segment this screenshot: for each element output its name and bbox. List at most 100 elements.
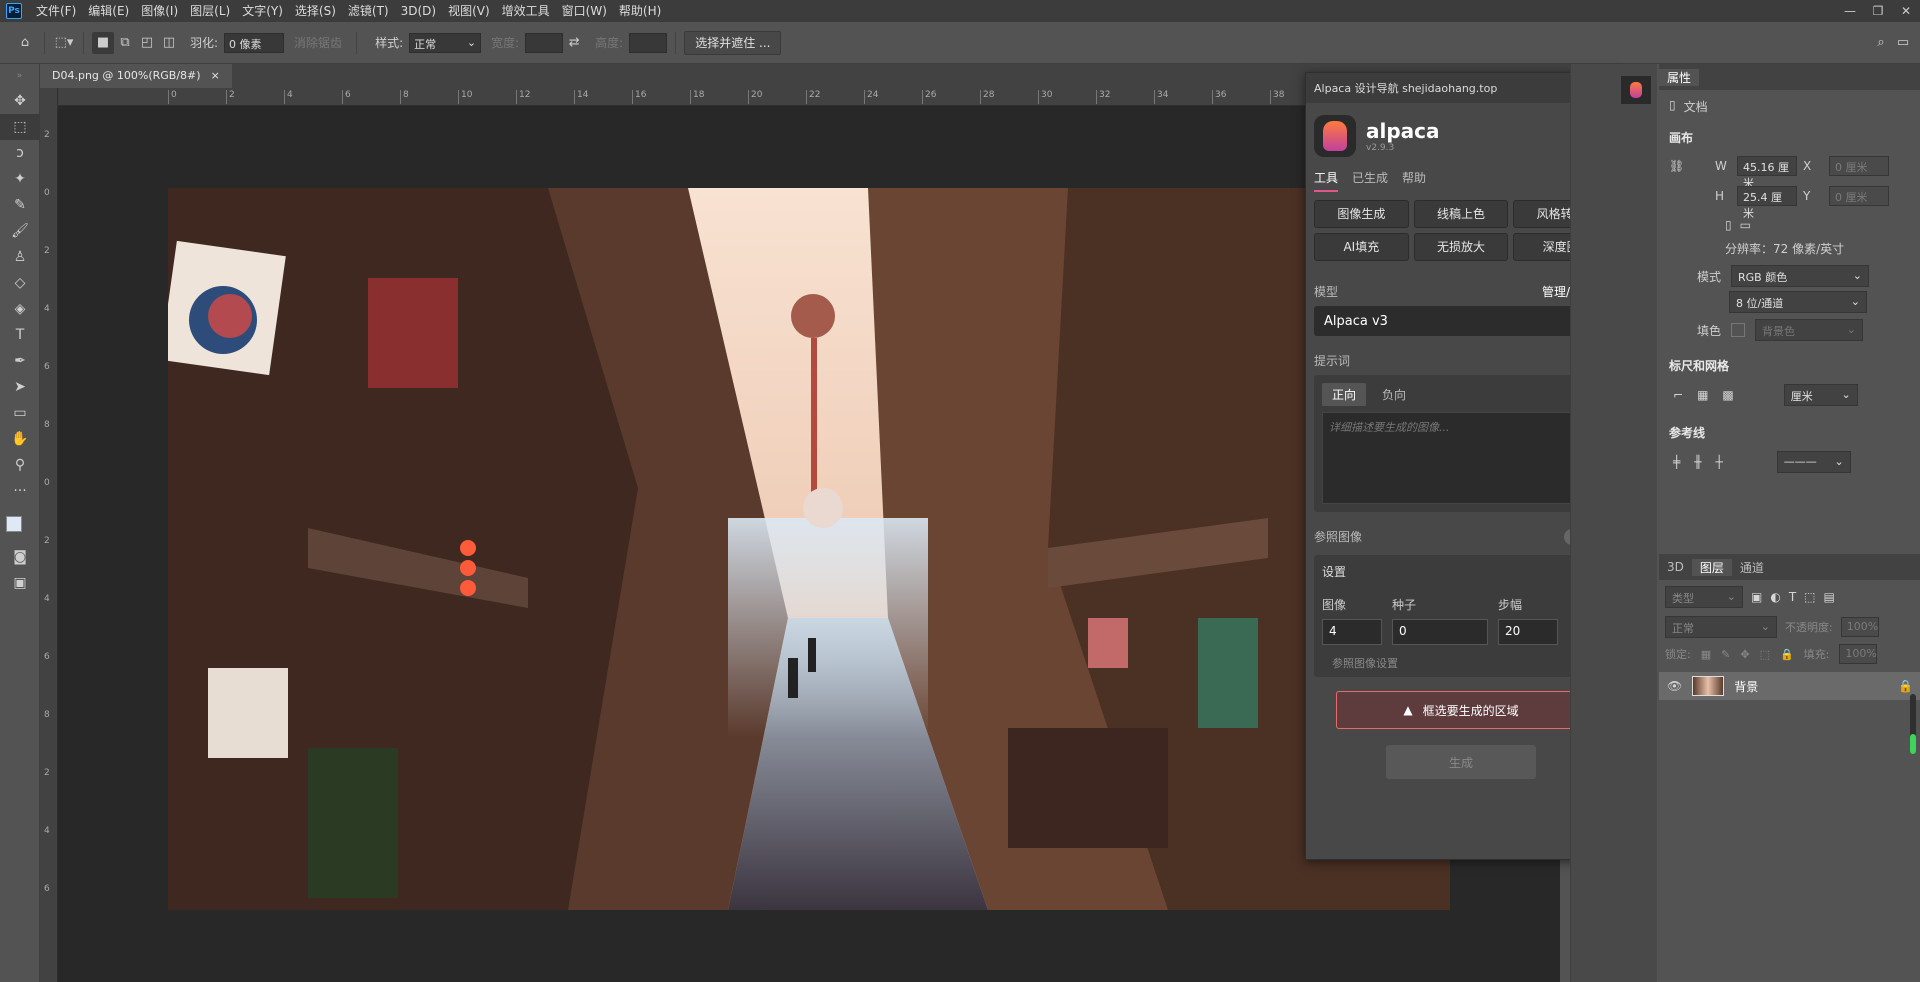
menu-layer[interactable]: 图层(L) — [184, 0, 236, 22]
portrait-icon[interactable]: ▯ — [1725, 218, 1732, 232]
workspace-icon[interactable]: ▭ — [1892, 32, 1914, 54]
w-input[interactable]: 45.16 厘米 — [1737, 156, 1797, 190]
guides-section-title[interactable]: 参考线 — [1659, 410, 1920, 447]
rectangle-tool-icon[interactable]: ▭ — [0, 400, 40, 426]
filter-shape-icon[interactable]: ⬚ — [1804, 590, 1815, 604]
h-input[interactable]: 25.4 厘米 — [1737, 186, 1797, 220]
blend-select[interactable]: 正常 ⌄ — [1665, 616, 1777, 638]
mode-select[interactable]: RGB 颜色 ⌄ — [1731, 265, 1870, 287]
prompt-textarea[interactable]: 详细描述要生成的图像... — [1322, 412, 1586, 504]
layer-row[interactable]: 👁 背景 🔒 — [1659, 672, 1920, 700]
grid-icon[interactable]: ▦ — [1697, 388, 1708, 402]
menu-image[interactable]: 图像(I) — [135, 0, 184, 22]
color-swatches[interactable] — [0, 504, 39, 544]
feather-input[interactable]: 0 像素 — [224, 32, 285, 53]
move-tool-icon[interactable]: ✥ — [0, 88, 40, 114]
menu-window[interactable]: 窗口(W) — [556, 0, 613, 22]
tab-3d[interactable]: 3D — [1659, 560, 1692, 574]
fill-select[interactable]: 背景色 ⌄ — [1755, 319, 1864, 341]
magic-wand-tool-icon[interactable]: ✦ — [0, 166, 40, 192]
pen-tool-icon[interactable]: ✒ — [0, 348, 40, 374]
style-select[interactable]: 正常 ⌄ — [409, 32, 482, 53]
pixel-grid-icon[interactable]: ▩ — [1722, 388, 1733, 402]
eye-icon[interactable]: 👁 — [1667, 679, 1682, 693]
menu-type[interactable]: 文字(Y) — [236, 0, 289, 22]
depth-select[interactable]: 8 位/通道 ⌄ — [1729, 291, 1867, 313]
generate-button[interactable]: 生成 — [1386, 745, 1536, 779]
fill-opacity-input[interactable]: 100% — [1839, 644, 1878, 664]
link-icon[interactable]: ⛓ — [1669, 159, 1709, 173]
home-icon[interactable]: ⌂ — [14, 32, 36, 54]
filter-smart-icon[interactable]: ▤ — [1824, 590, 1835, 604]
close-button[interactable]: ✕ — [1892, 0, 1920, 22]
foreground-color-swatch[interactable] — [6, 516, 22, 532]
tab-properties[interactable]: 属性 — [1659, 68, 1700, 86]
rectangular-marquee-tool-icon[interactable]: ⬚ — [0, 114, 40, 140]
new-selection-icon[interactable]: ■ — [92, 31, 114, 54]
collapse-arrows-icon[interactable]: » — [0, 64, 39, 88]
filter-adjust-icon[interactable]: ◐ — [1770, 590, 1780, 604]
paint-bucket-tool-icon[interactable]: ◈ — [0, 296, 40, 322]
menu-help[interactable]: 帮助(H) — [613, 0, 667, 22]
smart-guides-icon[interactable]: ┼ — [1715, 455, 1722, 469]
guide-style-select[interactable]: ——— ⌄ — [1776, 451, 1851, 473]
layer-filter-select[interactable]: 类型 ⌄ — [1665, 586, 1743, 608]
tab-generated[interactable]: 已生成 — [1352, 169, 1388, 192]
path-selection-tool-icon[interactable]: ➤ — [0, 374, 40, 400]
images-input[interactable]: 4 — [1322, 619, 1382, 645]
seed-input[interactable]: 0 — [1392, 619, 1488, 645]
add-selection-icon[interactable]: ⧉ — [114, 32, 136, 54]
restore-button[interactable]: ❐ — [1864, 0, 1892, 22]
tab-negative-prompt[interactable]: 负向 — [1372, 383, 1416, 406]
horizontal-ruler[interactable]: 0 2 4 6 8 10 12 14 16 18 20 22 24 26 28 30 32 34 36 38 — [58, 88, 1308, 106]
rulers-section-title[interactable]: 标尺和网格 — [1659, 341, 1920, 380]
menu-select[interactable]: 选择(S) — [289, 0, 342, 22]
tab-layers[interactable]: 图层 — [1691, 558, 1732, 576]
document-image[interactable] — [168, 188, 1450, 910]
tab-positive-prompt[interactable]: 正向 — [1322, 383, 1367, 406]
canvas-section-title[interactable]: 画布 — [1659, 123, 1920, 152]
tab-tools[interactable]: 工具 — [1314, 169, 1339, 192]
ruler-icon[interactable]: ⌐ — [1673, 388, 1683, 402]
lock-move-icon[interactable]: ✥ — [1740, 648, 1749, 661]
ref-settings-label[interactable]: 参照图像设置 — [1322, 645, 1586, 671]
image-generate-button[interactable]: 图像生成 — [1314, 200, 1409, 228]
stamp-tool-icon[interactable]: ♙ — [0, 244, 40, 270]
quick-mask-icon[interactable]: ◙ — [0, 544, 40, 570]
opacity-input[interactable]: 100% — [1840, 617, 1879, 637]
tab-help[interactable]: 帮助 — [1402, 169, 1426, 192]
swap-icon[interactable]: ⇄ — [563, 32, 585, 54]
eraser-tool-icon[interactable]: ◇ — [0, 270, 40, 296]
unit-select[interactable]: 厘米 ⌄ — [1783, 384, 1858, 406]
lock-all-icon[interactable]: 🔒 — [1780, 648, 1794, 661]
lock-paint-icon[interactable]: ✎ — [1721, 648, 1730, 661]
lineart-color-button[interactable]: 线稿上色 — [1413, 200, 1509, 228]
vertical-ruler[interactable]: 2 0 2 4 6 8 0 2 4 6 8 2 4 6 — [40, 88, 58, 982]
lock-pixels-icon[interactable]: ▦ — [1701, 648, 1711, 661]
lock-guides-icon[interactable]: ╫ — [1694, 455, 1701, 469]
ai-fill-button[interactable]: AI填充 — [1314, 233, 1409, 261]
brush-tool-icon[interactable]: 🖌 — [0, 218, 40, 244]
eyedropper-tool-icon[interactable]: ✎ — [0, 192, 40, 218]
height-input[interactable] — [629, 32, 668, 53]
lasso-tool-icon[interactable]: ↄ — [0, 140, 40, 166]
lock-artboard-icon[interactable]: ⬚ — [1760, 648, 1770, 661]
width-input[interactable] — [525, 32, 564, 53]
intersect-selection-icon[interactable]: ◫ — [158, 32, 180, 54]
select-and-mask-button[interactable]: 选择并遮住 ... — [684, 30, 782, 55]
document-tab[interactable]: D04.png @ 100%(RGB/8#) × — [40, 64, 232, 88]
hand-tool-icon[interactable]: ✋ — [0, 426, 40, 452]
marquee-preset-icon[interactable]: ⬚▾ — [53, 32, 75, 54]
menu-file[interactable]: 文件(F) — [30, 0, 82, 22]
x-input[interactable]: 0 厘米 — [1829, 156, 1889, 176]
menu-filter[interactable]: 滤镜(T) — [342, 0, 395, 22]
close-icon[interactable]: × — [211, 64, 220, 88]
model-select[interactable]: Alpaca v3 ⌄ — [1314, 306, 1594, 336]
y-input[interactable]: 0 厘米 — [1829, 186, 1889, 206]
more-tools-icon[interactable]: ··· — [0, 478, 40, 504]
menu-edit[interactable]: 编辑(E) — [82, 0, 135, 22]
subtract-selection-icon[interactable]: ◰ — [136, 32, 158, 54]
type-tool-icon[interactable]: T — [0, 322, 40, 348]
menu-view[interactable]: 视图(V) — [442, 0, 496, 22]
upscale-button[interactable]: 无损放大 — [1413, 233, 1509, 261]
